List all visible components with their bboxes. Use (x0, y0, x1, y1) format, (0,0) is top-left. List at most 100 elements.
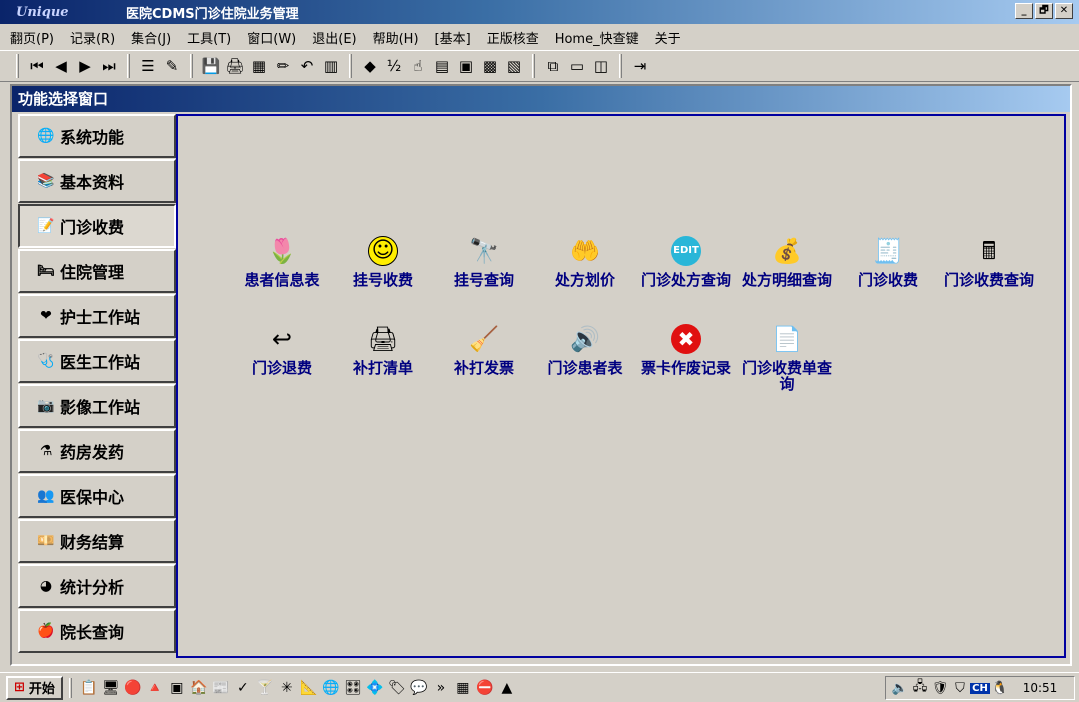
sidebar-item-6[interactable]: 📷 影像工作站 (18, 384, 176, 428)
news-icon[interactable]: 📰 (210, 677, 232, 699)
brush-icon[interactable]: ✎ (160, 54, 184, 78)
window-title: 医院CDMS门诊住院业务管理 (126, 6, 299, 22)
report-icon[interactable]: ▧ (502, 54, 526, 78)
sidebar-item-0[interactable]: 🌐 系统功能 (18, 114, 176, 158)
panel-icon[interactable]: ▣ (454, 54, 478, 78)
sidebar-item-3[interactable]: 🛏 住院管理 (18, 249, 176, 293)
sidebar-item-10[interactable]: ◕ 统计分析 (18, 564, 176, 608)
menu-item-6[interactable]: 帮助(H) (373, 28, 419, 47)
home-icon[interactable]: 🏠 (188, 677, 210, 699)
edit-icon[interactable]: ✏ (271, 54, 295, 78)
minimize-button[interactable]: _ (1015, 3, 1033, 19)
undo-icon[interactable]: ↶ (295, 54, 319, 78)
stop-icon[interactable]: ⛔ (474, 677, 496, 699)
language-indicator[interactable]: CH (970, 682, 990, 694)
exit-icon[interactable]: ⇥ (628, 54, 652, 78)
sidebar-item-1[interactable]: 📚 基本资料 (18, 159, 176, 203)
console-icon[interactable]: ▣ (166, 677, 188, 699)
chat-icon[interactable]: 💬 (408, 677, 430, 699)
browser-icon[interactable]: 🔴 (122, 677, 144, 699)
function-item-6[interactable]: 🧾 门诊收费 (840, 234, 936, 288)
function-item-4[interactable]: EDIT 门诊处方查询 (638, 234, 734, 288)
function-label: 挂号收费 (352, 271, 413, 289)
sidebar-item-label: 医保中心 (60, 488, 125, 507)
cup-icon[interactable]: 🍸 (254, 677, 276, 699)
function-item-13[interactable]: 📄 门诊收费单查询 (739, 322, 835, 392)
chart-icon[interactable]: ▥ (319, 54, 343, 78)
qq-icon[interactable]: 🐧 (990, 681, 1010, 696)
function-item-12[interactable]: ✖ 票卡作废记录 (638, 322, 734, 376)
monitor-icon[interactable]: 🖥 (100, 677, 122, 699)
last-icon[interactable]: ⏭ (97, 54, 121, 78)
sidebar-item-11[interactable]: 🍎 院长查询 (18, 609, 176, 653)
toolbar-grip (16, 54, 19, 78)
diamond-icon[interactable]: 💠 (364, 677, 386, 699)
menu-item-9[interactable]: Home_快查键 (555, 28, 639, 47)
restore-button[interactable]: 🗗 (1035, 3, 1053, 19)
close-button[interactable]: ✕ (1055, 3, 1073, 19)
sidebar-item-7[interactable]: ⚗ 药房发药 (18, 429, 176, 473)
refund-icon: ↩ (271, 325, 293, 353)
function-item-0[interactable]: 🌷 患者信息表 (234, 234, 330, 288)
function-item-8[interactable]: ↩ 门诊退费 (234, 322, 330, 376)
start-button[interactable]: ⊞ 开始 (6, 675, 63, 700)
shield-icon[interactable]: 🛡 (930, 681, 950, 696)
scroll-icon[interactable]: ▲ (496, 677, 518, 699)
menu-item-2[interactable]: 集合(J) (131, 28, 171, 47)
first-icon[interactable]: ⏮ (25, 54, 49, 78)
function-item-7[interactable]: 🖩 门诊收费查询 (941, 234, 1037, 288)
columns-icon[interactable]: ◫ (589, 54, 613, 78)
menu-item-10[interactable]: 关于 (655, 28, 681, 47)
windows-logo-icon: ⊞ (14, 680, 25, 695)
grid-icon[interactable]: ▦ (247, 54, 271, 78)
controller-icon[interactable]: 🎛 (342, 677, 364, 699)
function-item-11[interactable]: 🔊 门诊患者表 (537, 322, 633, 376)
gem-icon[interactable]: ◆ (358, 54, 382, 78)
next-icon[interactable]: ▶ (73, 54, 97, 78)
antivirus-icon[interactable]: ⛉ (950, 681, 970, 696)
pdf-icon[interactable]: 📐 (298, 677, 320, 699)
speaker-icon[interactable]: 🔈 (890, 681, 910, 696)
menu-item-5[interactable]: 退出(E) (312, 28, 356, 47)
menu-item-8[interactable]: 正版核查 (487, 28, 539, 47)
menu-item-1[interactable]: 记录(R) (70, 28, 115, 47)
binoculars-icon: 🔭 (469, 237, 499, 265)
save-icon[interactable]: 💾 (199, 54, 223, 78)
app-window-icon[interactable]: ▦ (452, 677, 474, 699)
tile-icon[interactable]: ⧉ (541, 54, 565, 78)
check-icon[interactable]: ✓ (232, 677, 254, 699)
list-icon[interactable]: ☰ (136, 54, 160, 78)
star-icon[interactable]: ✳ (276, 677, 298, 699)
overflow-icon[interactable]: » (430, 677, 452, 699)
hand-icon[interactable]: ☝ (406, 54, 430, 78)
menu-item-0[interactable]: 翻页(P) (10, 28, 54, 47)
function-item-10[interactable]: 🧹 补打发票 (436, 322, 532, 376)
table-icon[interactable]: ▤ (430, 54, 454, 78)
tag-icon[interactable]: 🏷 (386, 677, 408, 699)
prev-icon[interactable]: ◀ (49, 54, 73, 78)
title-bar: Unique 医院CDMS门诊住院业务管理 _ 🗗 ✕ (0, 0, 1079, 24)
percent-icon[interactable]: ½ (382, 54, 406, 78)
function-item-2[interactable]: 🔭 挂号查询 (436, 234, 532, 288)
menu-item-7[interactable]: [基本] (435, 28, 471, 47)
function-item-3[interactable]: 🤲 处方划价 (537, 234, 633, 288)
function-item-1[interactable]: ☺ 挂号收费 (335, 234, 431, 288)
sidebar-item-label: 药房发药 (60, 443, 125, 462)
sidebar-item-9[interactable]: 💴 财务结算 (18, 519, 176, 563)
function-item-5[interactable]: 💰 处方明细查询 (739, 234, 835, 288)
print-icon[interactable]: 🖨 (223, 54, 247, 78)
alert-icon[interactable]: 🔺 (144, 677, 166, 699)
network-icon[interactable]: 🖧 (910, 677, 930, 699)
menu-item-4[interactable]: 窗口(W) (247, 28, 296, 47)
sidebar-item-2[interactable]: 📝 门诊收费 (18, 204, 176, 248)
sidebar-item-5[interactable]: 🩺 医生工作站 (18, 339, 176, 383)
desktop-icon[interactable]: 📋 (78, 677, 100, 699)
globe-icon[interactable]: 🌐 (320, 677, 342, 699)
sidebar-item-4[interactable]: ❤ 护士工作站 (18, 294, 176, 338)
photo-icon[interactable]: ▩ (478, 54, 502, 78)
function-item-9[interactable]: 🖨 补打清单 (335, 322, 431, 376)
window-icon[interactable]: ▭ (565, 54, 589, 78)
sidebar-item-8[interactable]: 👥 医保中心 (18, 474, 176, 518)
menu-item-3[interactable]: 工具(T) (187, 28, 231, 47)
function-label: 补打发票 (453, 359, 514, 377)
